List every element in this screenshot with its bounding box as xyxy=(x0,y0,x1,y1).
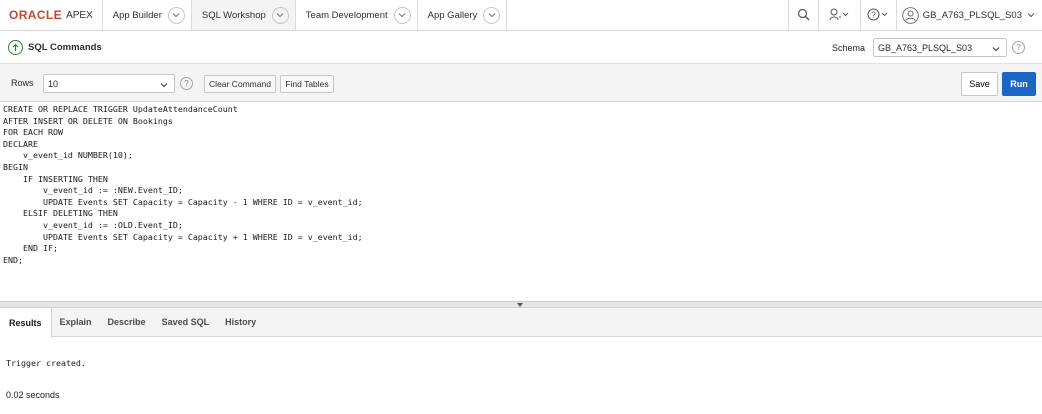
rows-select[interactable]: 10 xyxy=(43,74,175,93)
oracle-wordmark: ORACLE xyxy=(9,8,63,22)
nav-tab-sql-workshop[interactable]: SQL Workshop xyxy=(191,0,296,30)
chevron-down-icon xyxy=(992,44,1000,54)
user-admin-icon xyxy=(829,8,849,23)
chevron-down-icon[interactable] xyxy=(271,6,289,24)
page-header: SQL Commands Schema GB_A763_PLSQL_S03 ? xyxy=(0,31,1042,64)
schema-select[interactable]: GB_A763_PLSQL_S03 xyxy=(873,38,1007,57)
chevron-down-icon xyxy=(1027,12,1035,18)
administration-menu-button[interactable] xyxy=(817,0,860,30)
sql-commands-icon[interactable] xyxy=(8,39,23,55)
nav-right-controls: ? GB_A763_PLSQL_S03 xyxy=(787,0,1042,30)
tab-explain[interactable]: Explain xyxy=(52,308,100,336)
tab-saved-sql[interactable]: Saved SQL xyxy=(154,308,218,336)
nav-tab-label: App Builder xyxy=(112,9,162,21)
schema-help-icon[interactable]: ? xyxy=(1012,41,1025,54)
chevron-down-icon[interactable] xyxy=(483,6,501,24)
apex-wordmark: APEX xyxy=(66,9,93,21)
help-icon: ? xyxy=(867,8,889,23)
chevron-down-icon[interactable] xyxy=(167,6,185,24)
nav-tab-team-development[interactable]: Team Development xyxy=(296,0,418,30)
svg-text:?: ? xyxy=(871,10,876,19)
chevron-down-icon xyxy=(160,80,168,90)
tab-describe[interactable]: Describe xyxy=(100,308,154,336)
schema-value: GB_A763_PLSQL_S03 xyxy=(878,42,973,53)
user-avatar-icon xyxy=(901,6,919,24)
rows-label: Rows xyxy=(11,78,34,88)
tab-results[interactable]: Results xyxy=(0,308,52,338)
user-menu-button[interactable]: GB_A763_PLSQL_S03 xyxy=(895,0,1042,30)
nav-tab-label: SQL Workshop xyxy=(201,9,266,21)
nav-tab-app-builder[interactable]: App Builder xyxy=(103,0,192,30)
editor-splitter[interactable] xyxy=(0,301,1042,308)
clear-command-button[interactable]: Clear Command xyxy=(204,75,276,93)
result-time: 0.02 seconds xyxy=(6,390,60,400)
sql-editor[interactable]: CREATE OR REPLACE TRIGGER UpdateAttendan… xyxy=(0,102,1042,301)
nav-tab-label: App Gallery xyxy=(427,9,478,21)
schema-label: Schema xyxy=(832,43,866,53)
tab-history[interactable]: History xyxy=(217,308,264,336)
command-toolbar: Rows 10 ? Clear Command Find Tables Save… xyxy=(0,64,1042,102)
nav-tab-label: Team Development xyxy=(305,9,388,21)
nav-tab-app-gallery[interactable]: App Gallery xyxy=(418,0,508,30)
collapse-arrow-icon[interactable] xyxy=(517,303,523,307)
help-menu-button[interactable]: ? xyxy=(859,0,896,30)
apex-logo[interactable]: ORACLE APEX xyxy=(0,0,103,30)
find-tables-button[interactable]: Find Tables xyxy=(280,75,334,93)
top-nav: ORACLE APEX App Builder SQL Workshop Tea… xyxy=(0,0,1042,31)
rows-help-icon[interactable]: ? xyxy=(180,77,193,90)
page-title: SQL Commands xyxy=(28,41,102,53)
save-button[interactable]: Save xyxy=(961,72,998,96)
run-button[interactable]: Run xyxy=(1002,72,1036,96)
search-button[interactable] xyxy=(787,0,818,30)
search-icon xyxy=(797,8,810,23)
user-name: GB_A763_PLSQL_S03 xyxy=(922,9,1022,21)
rows-value: 10 xyxy=(48,78,59,89)
chevron-down-icon[interactable] xyxy=(393,6,411,24)
result-message: Trigger created. xyxy=(6,358,86,368)
result-tabs: Results Explain Describe Saved SQL Histo… xyxy=(0,308,1042,338)
